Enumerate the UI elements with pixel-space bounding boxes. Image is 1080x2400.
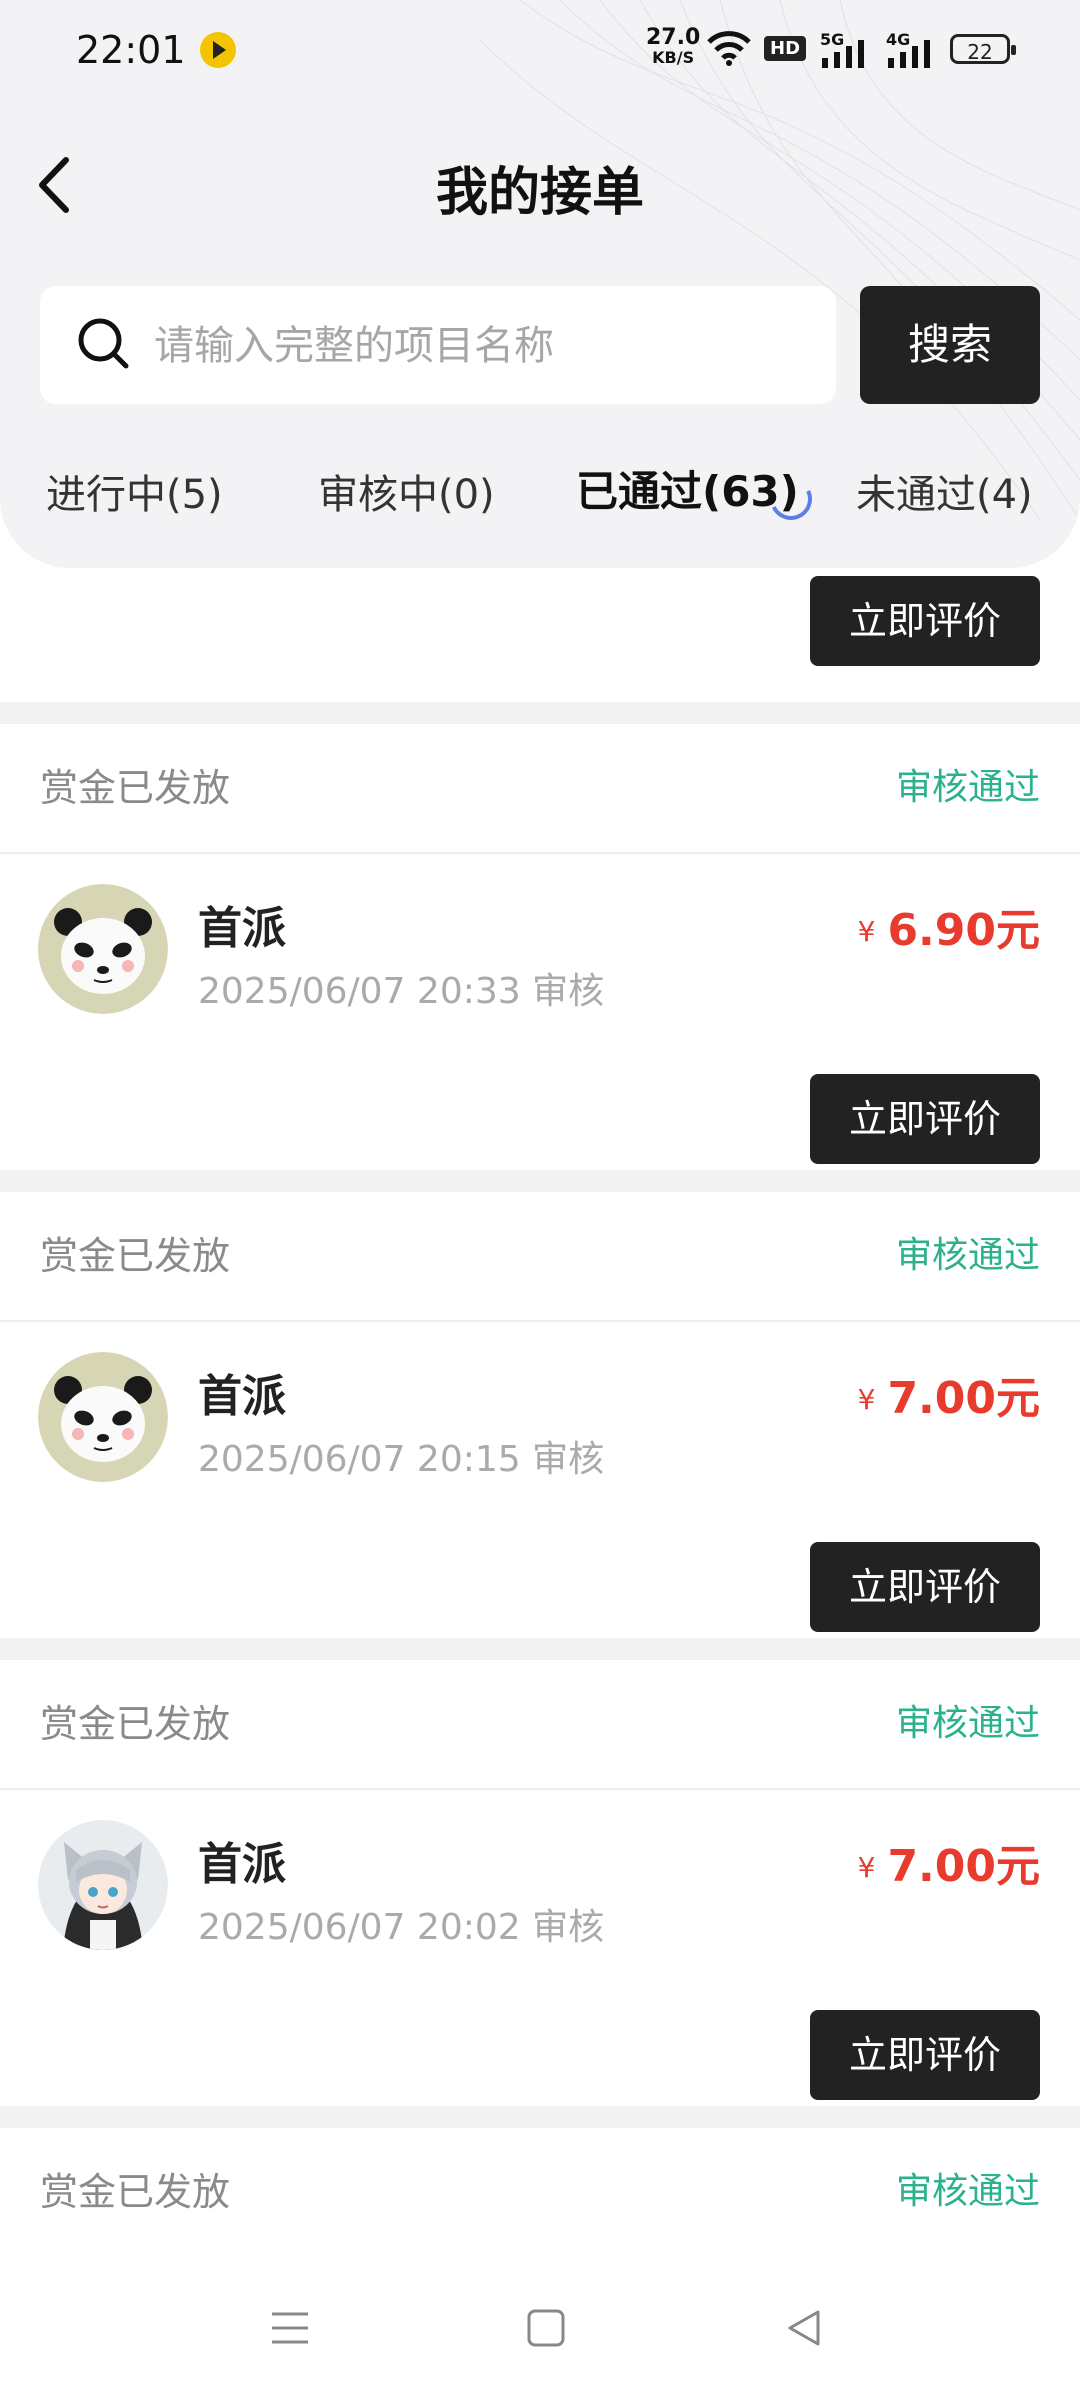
panda-avatar-icon xyxy=(38,1352,168,1482)
task-name: 首派 xyxy=(198,1371,286,1422)
anime-girl-avatar-icon xyxy=(38,1820,168,1950)
system-navigation-bar xyxy=(0,2256,1080,2400)
battery-icon: 22 xyxy=(950,34,1016,64)
tab-approved[interactable]: 已通过(63) xyxy=(576,458,799,519)
payout-status: 赏金已发放 xyxy=(40,2170,231,2214)
list-item[interactable]: 赏金已发放 审核通过 首派 2025/06/07 20:33 审核 ¥6.90元… xyxy=(0,724,1080,1170)
amount-value: 6.90元 xyxy=(887,905,1040,956)
app-notification-icon xyxy=(200,32,236,68)
hd-icon: HD xyxy=(764,36,807,61)
amount-value: 7.00元 xyxy=(887,1841,1040,1892)
payout-status: 赏金已发放 xyxy=(40,1234,231,1278)
order-list: 立即评价 赏金已发放 审核通过 首派 2025/06/07 20:33 审核 ¥… xyxy=(0,568,1080,2278)
review-status-badge: 审核通过 xyxy=(895,1703,1040,1744)
list-item-partial: 立即评价 xyxy=(0,568,1080,702)
back-arrow-icon[interactable] xyxy=(30,150,90,220)
panda-avatar-icon xyxy=(38,884,168,1014)
status-tabs: 进行中(5) 审核中(0) 已通过(63) 未通过(4) xyxy=(0,462,1080,532)
payout-status: 赏金已发放 xyxy=(40,1702,231,1746)
menu-icon[interactable] xyxy=(268,2306,312,2350)
top-nav: 我的接单 xyxy=(0,140,1080,230)
network-speed-unit: KB/S xyxy=(652,48,695,67)
card-header: 赏金已发放 审核通过 xyxy=(0,1192,1080,1322)
search-input[interactable] xyxy=(152,286,816,406)
review-date: 2025/06/07 20:02 审核 xyxy=(198,1907,605,1948)
avatar xyxy=(38,1352,168,1482)
card-header: 赏金已发放 审核通过 xyxy=(0,2128,1080,2258)
list-divider xyxy=(0,2106,1080,2128)
wifi-icon xyxy=(707,31,751,66)
rate-now-button[interactable]: 立即评价 xyxy=(810,1542,1040,1632)
tab-in-progress[interactable]: 进行中(5) xyxy=(46,462,223,520)
review-date: 2025/06/07 20:15 审核 xyxy=(198,1439,605,1480)
list-divider xyxy=(0,702,1080,724)
search-button[interactable]: 搜索 xyxy=(860,286,1040,404)
back-triangle-icon[interactable] xyxy=(782,2306,826,2350)
task-name: 首派 xyxy=(198,1839,286,1890)
network-speed: 27.0 KB/S xyxy=(646,25,701,68)
tab-rejected[interactable]: 未通过(4) xyxy=(856,462,1033,520)
amount-value: 7.00元 xyxy=(887,1373,1040,1424)
list-divider xyxy=(0,1170,1080,1192)
reward-amount: ¥7.00元 xyxy=(858,1362,1040,1426)
search-icon xyxy=(78,318,129,369)
reward-amount: ¥6.90元 xyxy=(858,894,1040,958)
list-item[interactable]: 赏金已发放 审核通过 首派 2025/06/07 20:15 审核 ¥7.00元… xyxy=(0,1192,1080,1638)
review-status-badge: 审核通过 xyxy=(895,1235,1040,1276)
rate-now-button[interactable]: 立即评价 xyxy=(810,1074,1040,1164)
reward-amount: ¥7.00元 xyxy=(858,1830,1040,1894)
tab-under-review[interactable]: 审核中(0) xyxy=(318,462,495,520)
list-item[interactable]: 赏金已发放 审核通过 首派 2025/06/07 20:02 审核 ¥7.00元… xyxy=(0,1660,1080,2106)
status-bar: 22:01 27.0 KB/S HD 5G 4G 22 xyxy=(0,0,1080,100)
card-header: 赏金已发放 审核通过 xyxy=(0,1660,1080,1790)
review-status-badge: 审核通过 xyxy=(895,767,1040,808)
task-name: 首派 xyxy=(198,903,286,954)
network-speed-value: 27.0 xyxy=(646,25,701,50)
avatar xyxy=(38,1820,168,1950)
review-status-badge: 审核通过 xyxy=(895,2171,1040,2212)
page-title: 我的接单 xyxy=(435,163,644,223)
avatar xyxy=(38,884,168,1014)
payout-status: 赏金已发放 xyxy=(40,766,231,810)
list-divider xyxy=(0,1638,1080,1660)
rate-now-button[interactable]: 立即评价 xyxy=(810,2010,1040,2100)
rate-now-button[interactable]: 立即评价 xyxy=(810,576,1040,666)
status-time: 22:01 xyxy=(76,28,186,72)
home-square-icon[interactable] xyxy=(526,2306,566,2350)
card-header: 赏金已发放 审核通过 xyxy=(0,724,1080,854)
search-box[interactable] xyxy=(40,286,836,406)
review-date: 2025/06/07 20:33 审核 xyxy=(198,971,605,1012)
currency-symbol: ¥ xyxy=(857,1383,876,1416)
currency-symbol: ¥ xyxy=(857,1851,876,1884)
currency-symbol: ¥ xyxy=(857,915,876,948)
